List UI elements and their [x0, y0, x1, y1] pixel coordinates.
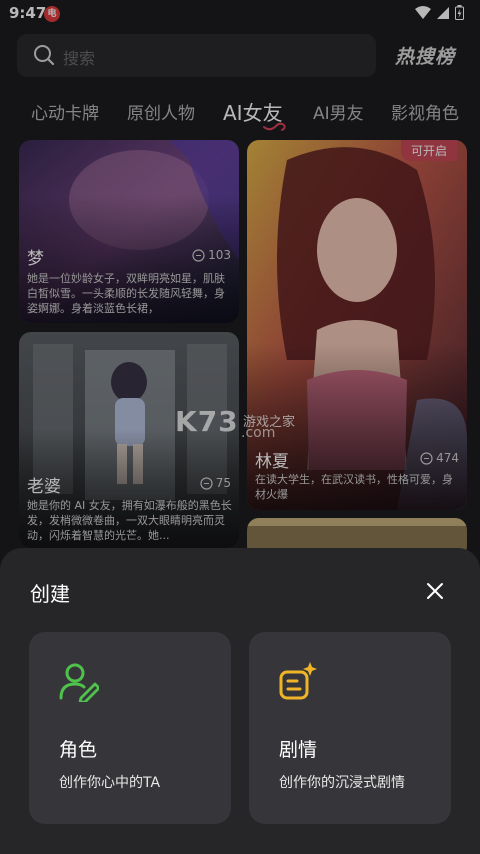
option-subtitle: 创作你的沉浸式剧情: [279, 775, 405, 791]
story-sparkle-icon: [279, 662, 317, 700]
person-edit-icon: [59, 663, 99, 702]
option-subtitle: 创作你心中的TA: [59, 775, 161, 791]
option-title: 角色: [59, 739, 98, 761]
create-sheet: 创建 角色 创作你心中的TA 剧情 创作你的沉浸式剧情: [0, 548, 480, 854]
close-icon[interactable]: [420, 576, 450, 606]
create-character-button[interactable]: 角色 创作你心中的TA: [29, 632, 231, 824]
create-story-button[interactable]: 剧情 创作你的沉浸式剧情: [249, 632, 451, 824]
option-title: 剧情: [279, 739, 318, 761]
sheet-title: 创建: [30, 582, 70, 606]
